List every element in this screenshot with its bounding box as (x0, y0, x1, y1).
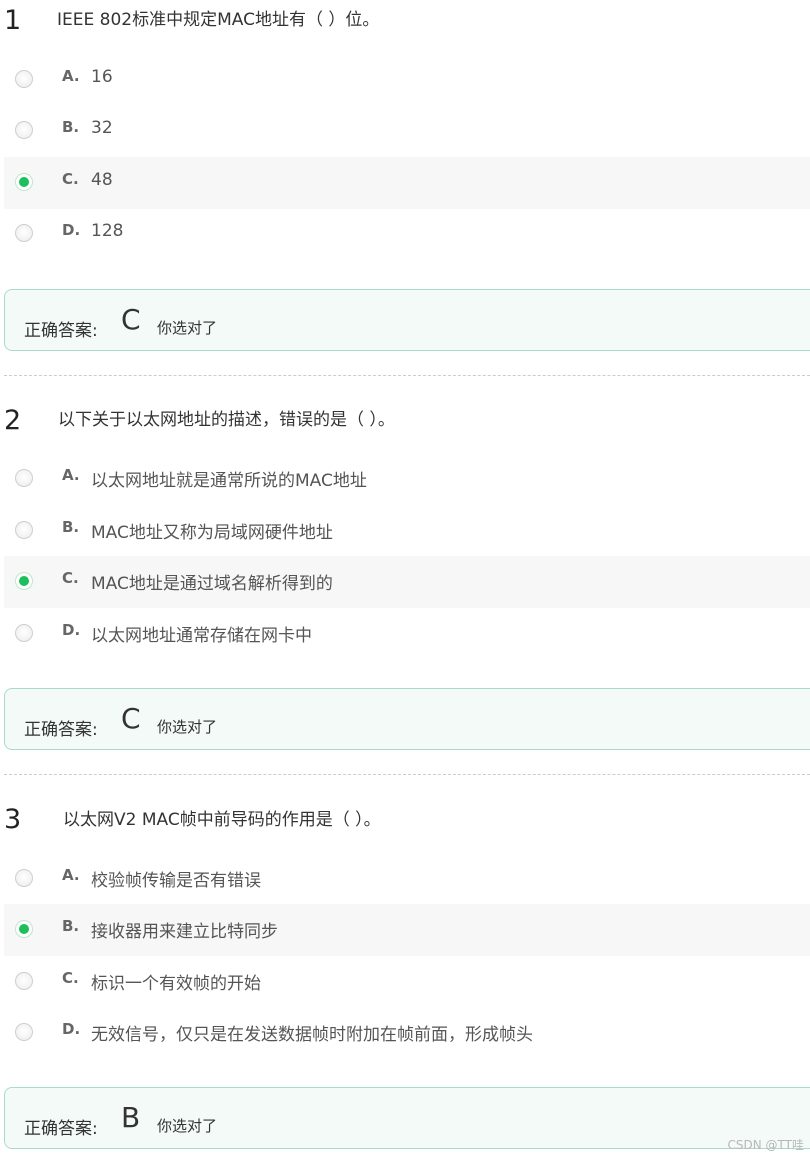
radio-button[interactable] (15, 624, 33, 642)
question-text: 以下关于以太网地址的描述，错误的是（ ）。 (58, 410, 395, 430)
option-b[interactable]: B. 32 (4, 105, 810, 157)
option-letter: D. (62, 221, 81, 239)
option-b[interactable]: B. MAC地址又称为局域网硬件地址 (4, 505, 810, 557)
option-letter: C. (62, 569, 79, 587)
option-letter: D. (62, 621, 81, 639)
option-d[interactable]: D. 以太网地址通常存储在网卡中 (4, 608, 810, 660)
option-text: 16 (91, 67, 113, 87)
option-letter: B. (62, 917, 80, 935)
radio-button-checked[interactable] (15, 173, 33, 191)
option-c[interactable]: C. 48 (4, 157, 810, 209)
option-letter: A. (62, 866, 80, 884)
radio-button[interactable] (15, 469, 33, 487)
option-text: 无效信号，仅只是在发送数据帧时附加在帧前面，形成帧头 (91, 1025, 533, 1045)
radio-button[interactable] (15, 972, 33, 990)
option-text: MAC地址是通过域名解析得到的 (91, 574, 333, 594)
result-note: 你选对了 (157, 319, 218, 337)
option-text: 以太网地址就是通常所说的MAC地址 (91, 471, 367, 491)
correct-answer: C (121, 702, 141, 735)
radio-button[interactable] (15, 121, 33, 139)
radio-button[interactable] (15, 521, 33, 539)
answer-label: 正确答案: (24, 720, 98, 740)
option-text: 48 (91, 170, 113, 190)
option-text: 校验帧传输是否有错误 (91, 871, 261, 891)
option-c[interactable]: C. MAC地址是通过域名解析得到的 (4, 556, 810, 608)
option-letter: C. (62, 170, 79, 188)
divider (4, 375, 810, 376)
option-text: 32 (91, 118, 113, 138)
radio-button[interactable] (15, 70, 33, 88)
answer-box: 正确答案: B 你选对了 (4, 1087, 810, 1149)
option-text: 128 (91, 221, 124, 241)
option-letter: B. (62, 118, 80, 136)
answer-label: 正确答案: (24, 1119, 98, 1139)
option-a[interactable]: A. 以太网地址就是通常所说的MAC地址 (4, 453, 810, 505)
answer-box: 正确答案: C 你选对了 (4, 688, 810, 750)
divider (4, 774, 810, 775)
watermark: CSDN @TT哇 (727, 1138, 804, 1152)
result-note: 你选对了 (157, 718, 218, 736)
question-number: 3 (4, 804, 22, 835)
option-letter: A. (62, 466, 80, 484)
option-letter: D. (62, 1020, 81, 1038)
answer-label: 正确答案: (24, 321, 98, 341)
radio-button[interactable] (15, 1023, 33, 1041)
question-number: 1 (4, 5, 22, 36)
option-d[interactable]: D. 128 (4, 208, 810, 260)
correct-answer: C (121, 303, 141, 336)
radio-button[interactable] (15, 869, 33, 887)
radio-button-checked[interactable] (15, 572, 33, 590)
option-letter: B. (62, 518, 80, 536)
option-text: 标识一个有效帧的开始 (91, 974, 261, 994)
result-note: 你选对了 (157, 1117, 218, 1135)
option-a[interactable]: A. 校验帧传输是否有错误 (4, 853, 810, 905)
question-text: 以太网V2 MAC帧中前导码的作用是（ ）。 (63, 810, 381, 830)
option-c[interactable]: C. 标识一个有效帧的开始 (4, 956, 810, 1008)
option-letter: A. (62, 67, 80, 85)
answer-box: 正确答案: C 你选对了 (4, 289, 810, 351)
option-b[interactable]: B. 接收器用来建立比特同步 (4, 904, 810, 956)
question-text: IEEE 802标准中规定MAC地址有（ ）位。 (57, 10, 380, 30)
correct-answer: B (121, 1101, 141, 1134)
option-letter: C. (62, 969, 79, 987)
option-text: 以太网地址通常存储在网卡中 (91, 626, 312, 646)
radio-button[interactable] (15, 224, 33, 242)
question-number: 2 (4, 405, 22, 436)
option-a[interactable]: A. 16 (4, 54, 810, 106)
option-text: 接收器用来建立比特同步 (91, 922, 278, 942)
option-d[interactable]: D. 无效信号，仅只是在发送数据帧时附加在帧前面，形成帧头 (4, 1007, 810, 1059)
option-text: MAC地址又称为局域网硬件地址 (91, 523, 333, 543)
radio-button-checked[interactable] (15, 920, 33, 938)
